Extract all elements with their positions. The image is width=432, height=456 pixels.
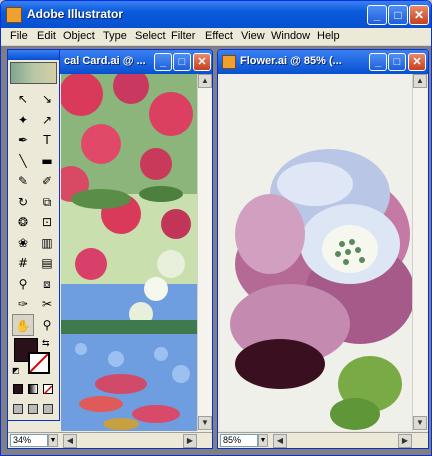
vertical-scrollbar[interactable]: ▲ ▼: [197, 74, 212, 431]
document-title-bar[interactable]: Flower.ai @ 85% (... _ □ ✕: [218, 50, 428, 74]
doc-maximize-button[interactable]: □: [388, 53, 406, 71]
gradient-tool-icon[interactable]: ▤: [36, 252, 58, 274]
app-icon: [6, 7, 22, 23]
flower-artwork: [220, 74, 412, 431]
paintbrush-tool-icon[interactable]: ✎: [12, 170, 34, 192]
full-screen-mode-button[interactable]: [43, 404, 53, 414]
document-title: cal Card.ai @ ...: [64, 55, 146, 67]
stroke-color-swatch[interactable]: [28, 352, 50, 374]
menu-window[interactable]: Window: [271, 30, 310, 42]
menu-view[interactable]: View: [241, 30, 265, 42]
menu-object[interactable]: Object: [63, 30, 95, 42]
free-transform-tool-icon[interactable]: ⊡: [36, 211, 58, 233]
scissors-tool-icon[interactable]: ✂: [36, 293, 58, 315]
none-mode-button[interactable]: [43, 384, 53, 395]
symbol-sprayer-tool-icon[interactable]: ❀: [12, 232, 34, 254]
selection-tool-icon[interactable]: ↖: [12, 88, 34, 110]
minimize-button[interactable]: _: [367, 5, 387, 25]
doc-maximize-button[interactable]: □: [173, 53, 191, 71]
zoom-dropdown-arrow[interactable]: ▼: [48, 434, 58, 447]
rotate-tool-icon[interactable]: ↻: [12, 191, 34, 213]
menu-select[interactable]: Select: [135, 30, 166, 42]
rectangle-tool-icon[interactable]: ▬: [36, 150, 58, 172]
direct-selection-tool-icon[interactable]: ↘: [36, 88, 58, 110]
document-window-flower: Flower.ai @ 85% (... _ □ ✕ ▲ ▼ 85% ▼ ◀ ▶: [217, 49, 429, 449]
window-title: Adobe Illustrator: [27, 7, 124, 21]
standard-screen-mode-button[interactable]: [13, 404, 23, 414]
status-bar: 85% ▼ ◀ ▶: [218, 432, 428, 448]
scroll-up-arrow[interactable]: ▲: [413, 74, 427, 88]
none-icon: [43, 385, 53, 395]
color-mode-button[interactable]: [13, 384, 23, 394]
scroll-left-arrow[interactable]: ◀: [273, 434, 287, 448]
toolbox-title-bar[interactable]: [8, 50, 59, 60]
menu-edit[interactable]: Edit: [37, 30, 56, 42]
scroll-down-arrow[interactable]: ▼: [413, 416, 427, 430]
eyedropper-tool-icon[interactable]: ⚲: [12, 273, 34, 295]
doc-close-button[interactable]: ✕: [408, 53, 426, 71]
zoom-field[interactable]: 34%: [10, 434, 48, 447]
mesh-tool-icon[interactable]: #: [12, 252, 34, 274]
default-colors-icon[interactable]: ◩: [12, 366, 20, 375]
gradient-mode-button[interactable]: [28, 384, 38, 394]
scroll-right-arrow[interactable]: ▶: [183, 434, 197, 448]
pencil-tool-icon[interactable]: ✐: [36, 170, 58, 192]
card-artwork: [61, 74, 197, 431]
card-artwork-canvas[interactable]: [61, 74, 197, 431]
doc-minimize-button[interactable]: _: [369, 53, 387, 71]
graph-tool-icon[interactable]: ▥: [36, 232, 58, 254]
swap-colors-icon[interactable]: ⇆: [42, 338, 50, 349]
flower-artwork-canvas[interactable]: [220, 74, 412, 431]
menu-effect[interactable]: Effect: [205, 30, 233, 42]
menu-file[interactable]: File: [10, 30, 28, 42]
illustrator-window: Adobe Illustrator _ □ ✕ File Edit Object…: [0, 0, 432, 456]
scroll-right-arrow[interactable]: ▶: [398, 434, 412, 448]
menu-filter[interactable]: Filter: [171, 30, 195, 42]
zoom-field[interactable]: 85%: [220, 434, 258, 447]
menu-type[interactable]: Type: [103, 30, 127, 42]
doc-minimize-button[interactable]: _: [154, 53, 172, 71]
scroll-up-arrow[interactable]: ▲: [198, 74, 212, 88]
warp-tool-icon[interactable]: ❂: [12, 211, 34, 233]
scroll-down-arrow[interactable]: ▼: [198, 416, 212, 430]
vertical-scrollbar[interactable]: ▲ ▼: [412, 74, 427, 431]
type-tool-icon[interactable]: T: [36, 129, 58, 151]
blend-tool-icon[interactable]: ⧈: [36, 273, 58, 295]
title-bar[interactable]: Adobe Illustrator _ □ ✕: [1, 1, 431, 28]
full-screen-menu-mode-button[interactable]: [28, 404, 38, 414]
scroll-left-arrow[interactable]: ◀: [63, 434, 77, 448]
close-button[interactable]: ✕: [409, 5, 429, 25]
menu-bar: File Edit Object Type Select Filter Effe…: [1, 28, 431, 46]
toolbox-logo-thumbnail[interactable]: [10, 62, 57, 84]
pen-tool-icon[interactable]: ✒: [12, 129, 34, 151]
doc-close-button[interactable]: ✕: [193, 53, 211, 71]
slice-tool-icon[interactable]: ✑: [12, 293, 34, 315]
document-icon: [222, 55, 236, 69]
lasso-tool-icon[interactable]: ↗: [36, 109, 58, 131]
zoom-dropdown-arrow[interactable]: ▼: [258, 434, 268, 447]
line-tool-icon[interactable]: ╲: [12, 150, 34, 172]
menu-help[interactable]: Help: [317, 30, 340, 42]
status-bar: 34% ▼ ◀ ▶: [8, 432, 212, 448]
scale-tool-icon[interactable]: ⧉: [36, 191, 58, 213]
toolbox-palette: ↖ ↘ ✦ ↗ ✒ T ╲ ▬ ✎ ✐ ↻ ⧉ ❂ ⊡ ❀ ▥ # ▤ ⚲ ⧈ ✑ ✂ ✋ ⚲ ⇆ ◩: [7, 49, 60, 421]
hand-tool-icon[interactable]: ✋: [12, 313, 34, 336]
maximize-button[interactable]: □: [388, 5, 408, 25]
zoom-tool-icon[interactable]: ⚲: [36, 314, 58, 336]
magic-wand-tool-icon[interactable]: ✦: [12, 109, 34, 131]
document-title: Flower.ai @ 85% (...: [240, 55, 342, 67]
none-slash-icon: [29, 353, 49, 373]
